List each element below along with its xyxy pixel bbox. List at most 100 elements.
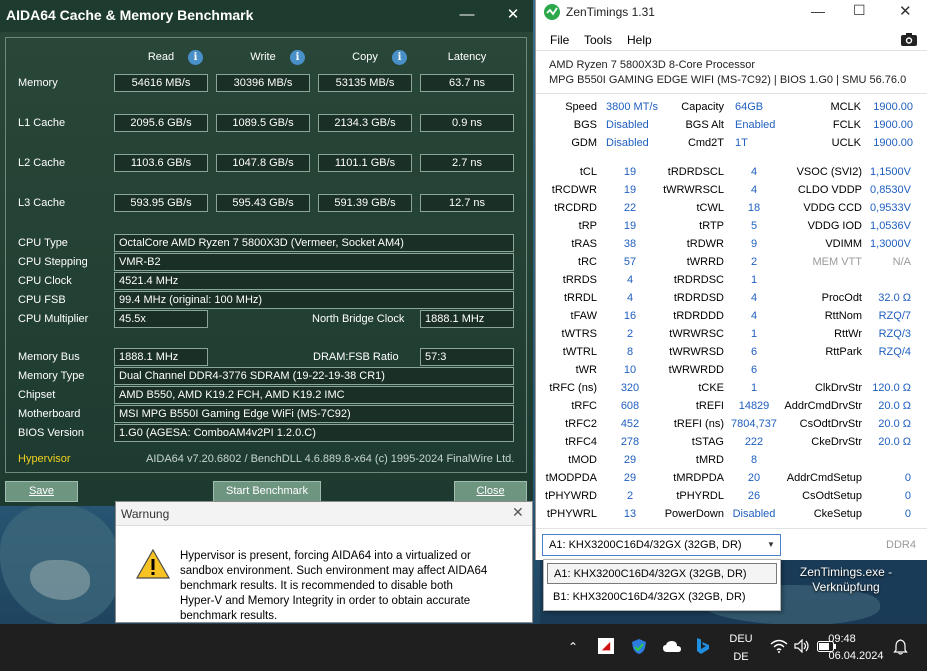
close-icon[interactable]: ✕	[498, 4, 528, 26]
voltage-value: RZQ/7	[878, 310, 911, 322]
timing-label: PowerDown	[664, 508, 724, 520]
amd-icon[interactable]: ◢	[598, 638, 614, 654]
close-icon[interactable]: ✕	[899, 2, 912, 20]
wifi-icon[interactable]	[770, 639, 788, 653]
clock-label: MCLK	[830, 101, 861, 113]
timing-label: tWTRS	[561, 328, 597, 340]
timing-label: tRDWR	[686, 238, 724, 250]
bing-icon[interactable]	[694, 637, 710, 655]
timing-label: tPHYWRL	[546, 508, 597, 520]
timing-value: 278	[620, 436, 640, 448]
clock-value: Disabled	[606, 137, 649, 149]
voltage-label: CsOdtSetup	[802, 490, 862, 502]
cpu-multiplier-label: CPU Multiplier	[18, 313, 89, 325]
cpu-stepping-label: CPU Stepping	[18, 256, 88, 268]
timing-value: 4	[626, 274, 634, 286]
warning-line: Hypervisor is present, forcing AIDA64 in…	[180, 550, 471, 562]
window-title: ZenTimings 1.31	[566, 5, 655, 19]
timing-label: tMODPDA	[545, 472, 597, 484]
info-icon[interactable]: i	[392, 50, 407, 65]
timing-value: 4	[626, 292, 634, 304]
dimm-dropdown-list: A1: KHX3200C16D4/32GX (32GB, DR) B1: KHX…	[543, 559, 781, 611]
clock-time[interactable]: 09:48	[820, 633, 864, 645]
timing-label: tRDRDDD	[673, 310, 724, 322]
divider	[536, 93, 927, 94]
write-value: 30396 MB/s	[216, 74, 310, 92]
mem-bus-label: Memory Bus	[18, 351, 80, 363]
col-write-header: Write	[250, 51, 276, 63]
voltage-value: 1,1500V	[870, 166, 911, 178]
cpu-fsb-value: 99.4 MHz (original: 100 MHz)	[114, 291, 514, 309]
start-benchmark-button[interactable]: Start Benchmark	[213, 481, 321, 502]
close-button[interactable]: Close	[454, 481, 527, 502]
timing-label: tRFC4	[565, 436, 597, 448]
timing-label: tRP	[578, 220, 597, 232]
bell-icon[interactable]	[893, 639, 908, 655]
close-icon[interactable]: ✕	[512, 504, 524, 521]
input-language-code[interactable]: DE	[724, 651, 758, 663]
warning-line: benchmark results.	[180, 610, 278, 622]
aida64-titlebar: AIDA64 Cache & Memory Benchmark — ✕	[0, 0, 533, 32]
clock-label: GDM	[571, 137, 597, 149]
timing-label: tRTP	[699, 220, 724, 232]
clock-value: Disabled	[606, 119, 649, 131]
speaker-icon[interactable]	[794, 639, 810, 653]
input-language[interactable]: DEU	[724, 633, 758, 645]
maximize-icon[interactable]: ☐	[853, 2, 866, 19]
clock-value: 1T	[735, 137, 748, 149]
timing-value: 16	[623, 310, 637, 322]
voltage-label: CsOdtDrvStr	[799, 418, 862, 430]
warning-dialog: Warnung ✕ Hypervisor is present, forcing…	[115, 501, 533, 623]
clock-label: BGS	[573, 119, 597, 131]
bios-value: 1.G0 (AGESA: ComboAM4v2PI 1.2.0.C)	[114, 424, 514, 442]
warning-titlebar: Warnung ✕	[116, 502, 532, 526]
menu-tools[interactable]: Tools	[584, 33, 612, 47]
dimm-select[interactable]: A1: KHX3200C16D4/32GX (32GB, DR) ▼	[542, 534, 781, 556]
timing-value: 320	[620, 382, 640, 394]
chevron-up-icon[interactable]: ⌃	[568, 640, 578, 654]
menu-file[interactable]: File	[550, 33, 569, 47]
voltage-label: ClkDrvStr	[814, 382, 862, 394]
warning-line: Hyper-V and Memory Integrity in order to…	[180, 595, 471, 607]
voltage-value: 0,8530V	[870, 184, 911, 196]
camera-icon[interactable]	[900, 31, 918, 47]
defender-icon[interactable]	[631, 638, 647, 655]
dram-ratio-value: 57:3	[420, 348, 514, 366]
minimize-icon[interactable]: —	[811, 3, 825, 19]
dimm-option[interactable]: A1: KHX3200C16D4/32GX (32GB, DR)	[547, 563, 777, 584]
clock-date[interactable]: 06.04.2024	[822, 650, 890, 662]
timing-label: tWRWRSC	[669, 328, 724, 340]
copy-value: 1101.1 GB/s	[318, 154, 412, 172]
timing-value: 1	[750, 274, 758, 286]
latency-value: 12.7 ns	[420, 194, 514, 212]
row-label: L1 Cache	[18, 117, 66, 129]
timing-label: tRDRDSC	[673, 274, 724, 286]
motherboard-value: MSI MPG B550I Gaming Edge WiFi (MS-7C92)	[114, 405, 514, 423]
info-icon[interactable]: i	[188, 50, 203, 65]
info-icon[interactable]: i	[290, 50, 305, 65]
warning-icon	[136, 548, 170, 579]
clock-value: Enabled	[735, 119, 776, 131]
taskbar: ⌃ ◢ DEU DE 09:48 06.04.2024	[0, 624, 927, 671]
copy-value: 2134.3 GB/s	[318, 114, 412, 132]
voltage-value: 1,3000V	[870, 238, 911, 250]
timing-label: tRFC2	[565, 418, 597, 430]
aida64-window: AIDA64 Cache & Memory Benchmark — ✕ Read…	[0, 0, 533, 506]
cloud-icon[interactable]	[662, 639, 682, 653]
timing-value: 19	[623, 220, 637, 232]
save-button[interactable]: Save	[5, 481, 78, 502]
hypervisor-label: Hypervisor	[18, 453, 71, 465]
timing-label: tRCDWR	[551, 184, 597, 196]
timing-label: tREFI (ns)	[673, 418, 724, 430]
timing-value: 2	[626, 490, 634, 502]
desktop-shortcut-label[interactable]: ZenTimings.exe - Verknüpfung	[790, 565, 902, 595]
timing-label: tRFC	[571, 400, 597, 412]
timing-label: tRC	[578, 256, 597, 268]
zentimings-window: ZenTimings 1.31 — ☐ ✕ File Tools Help AM…	[535, 0, 927, 560]
timing-value: 13	[623, 508, 637, 520]
clock-label: FCLK	[832, 119, 861, 131]
minimize-icon[interactable]: —	[452, 4, 482, 26]
dimm-option[interactable]: B1: KHX3200C16D4/32GX (32GB, DR)	[547, 587, 777, 608]
timing-value: 452	[620, 418, 640, 430]
menu-help[interactable]: Help	[627, 33, 652, 47]
